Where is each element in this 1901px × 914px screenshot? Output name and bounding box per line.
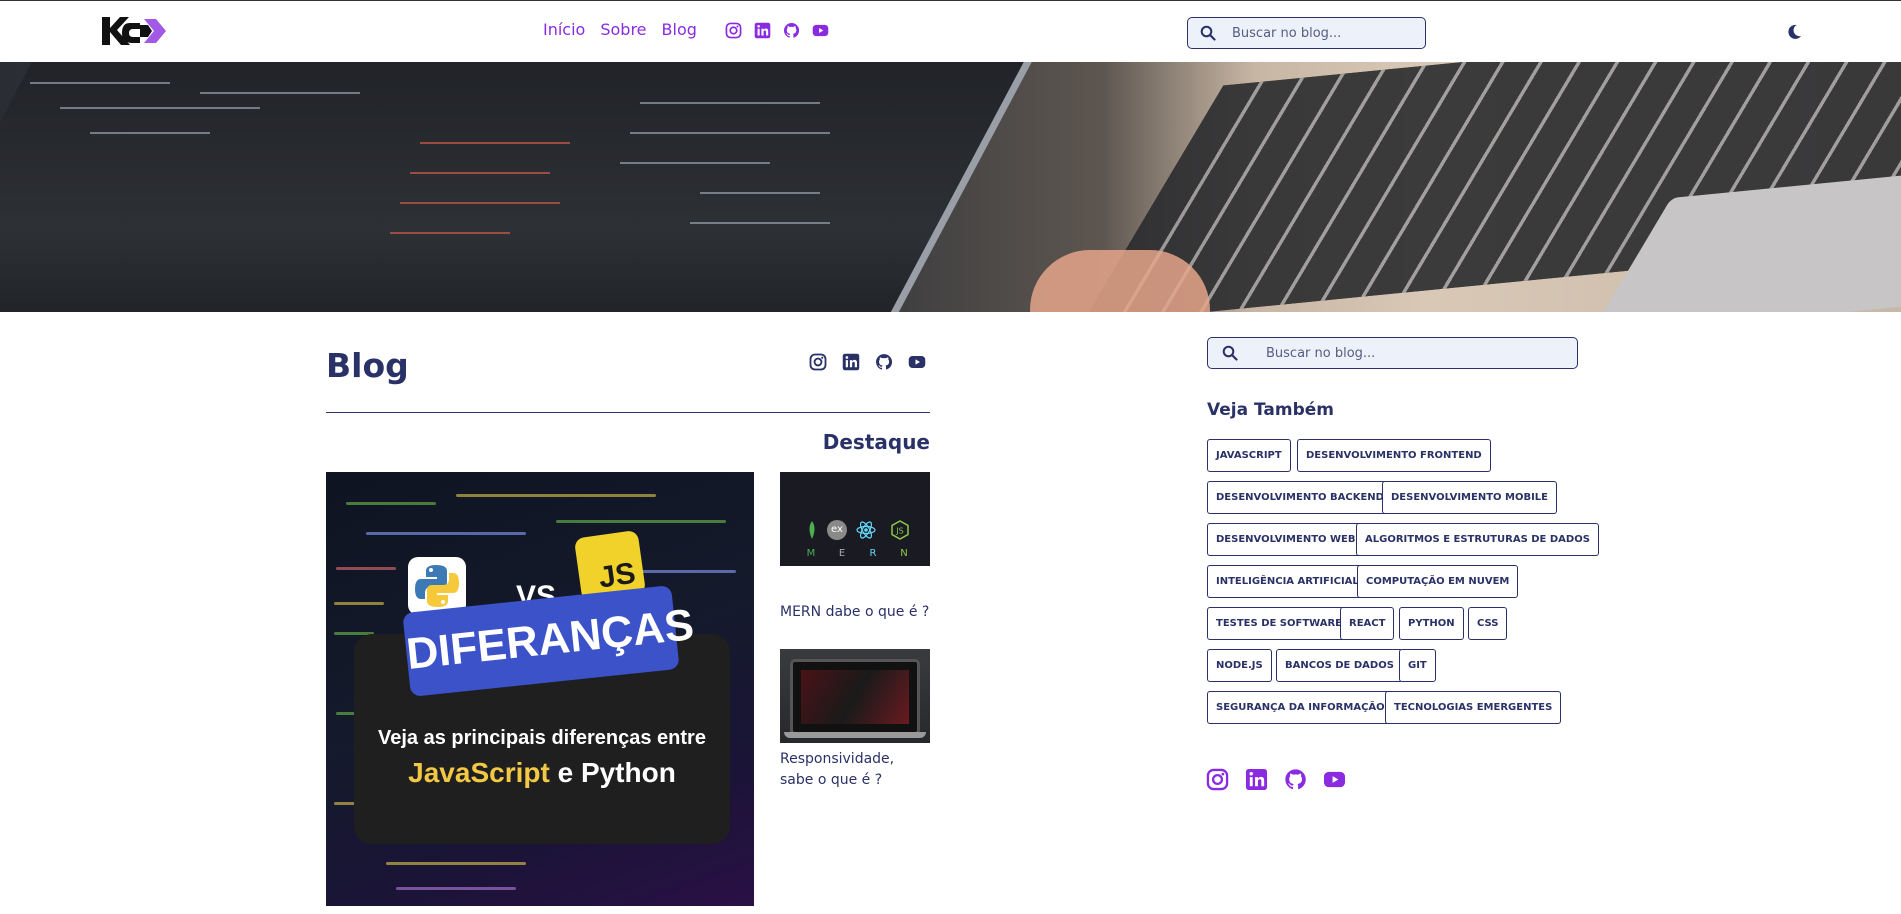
youtube-icon[interactable] bbox=[1323, 768, 1346, 791]
post-caption-mern[interactable]: MERN dabe o que é ? bbox=[780, 602, 930, 623]
search-icon bbox=[1200, 25, 1216, 41]
featured-lang-python: Python bbox=[580, 757, 676, 788]
post-caption-responsividade[interactable]: Responsividade, sabe o que é ? bbox=[780, 749, 930, 791]
express-logo-label: ex bbox=[831, 524, 843, 535]
sidebar-social-links bbox=[1206, 768, 1346, 791]
mern-letter: M bbox=[806, 548, 816, 559]
instagram-icon[interactable] bbox=[725, 22, 742, 39]
tag-desenvolvimento-backend[interactable]: DESENVOLVIMENTO BACKEND bbox=[1207, 481, 1393, 514]
sidebar-search[interactable] bbox=[1207, 337, 1581, 369]
python-logo-icon bbox=[408, 557, 466, 615]
linkedin-icon[interactable] bbox=[1245, 768, 1268, 791]
linkedin-icon[interactable] bbox=[842, 353, 860, 371]
mern-letter: E bbox=[838, 548, 846, 559]
nav-sobre[interactable]: Sobre bbox=[600, 20, 646, 39]
tag-tecnologias-emergentes[interactable]: TECNOLOGIAS EMERGENTES bbox=[1385, 691, 1562, 724]
github-icon[interactable] bbox=[783, 22, 800, 39]
tag-bancos-de-dados[interactable]: BANCOS DE DADOS bbox=[1276, 649, 1403, 682]
page-title: Blog bbox=[326, 346, 409, 385]
mern-letter: R bbox=[869, 548, 877, 559]
search-icon bbox=[1222, 345, 1238, 361]
mern-letters: M E R N bbox=[804, 548, 911, 559]
tag-desenvolvimento-mobile[interactable]: DESENVOLVIMENTO MOBILE bbox=[1382, 481, 1558, 514]
youtube-icon[interactable] bbox=[908, 353, 926, 371]
featured-subtitle: Veja as principais diferenças entre bbox=[378, 727, 706, 749]
see-also-heading: Veja Também bbox=[1207, 400, 1334, 420]
tag-git[interactable]: GIT bbox=[1399, 649, 1436, 682]
tag-javascript[interactable]: JAVASCRIPT bbox=[1207, 439, 1291, 472]
tag-computacao-em-nuvem[interactable]: COMPUTAÇÃO EM NUVEM bbox=[1357, 565, 1519, 598]
sidebar-search-input[interactable] bbox=[1266, 338, 1581, 368]
tag-seguranca-da-informacao[interactable]: SEGURANÇA DA INFORMAÇÃO bbox=[1207, 691, 1394, 724]
header-search[interactable] bbox=[1187, 17, 1426, 49]
site-logo[interactable] bbox=[100, 13, 170, 49]
post-thumbnail-responsividade[interactable] bbox=[780, 649, 930, 743]
instagram-icon[interactable] bbox=[1206, 768, 1229, 791]
featured-languages: JavaScript e Python bbox=[354, 757, 730, 789]
tag-nodejs[interactable]: NODE.JS bbox=[1207, 649, 1272, 682]
divider bbox=[326, 412, 930, 413]
youtube-icon[interactable] bbox=[812, 22, 829, 39]
nav-inicio[interactable]: Início bbox=[543, 20, 585, 39]
featured-post-image[interactable]: VS JS DIFERANÇAS Veja as principais dife… bbox=[326, 472, 754, 906]
site-header: Início Sobre Blog bbox=[0, 0, 1901, 62]
tag-algoritmos[interactable]: ALGORITMOS E ESTRUTURAS DE DADOS bbox=[1356, 523, 1599, 556]
tag-desenvolvimento-web[interactable]: DESENVOLVIMENTO WEB bbox=[1207, 523, 1365, 556]
tag-inteligencia-artificial[interactable]: INTELIGÊNCIA ARTIFICIAL bbox=[1207, 565, 1368, 598]
mern-letter: N bbox=[900, 548, 908, 559]
moon-icon[interactable] bbox=[1785, 23, 1803, 41]
section-title: Destaque bbox=[822, 430, 930, 454]
svg-text:JS: JS bbox=[895, 527, 903, 536]
hero-banner-image bbox=[0, 62, 1901, 312]
post-thumbnail-mern[interactable]: ex JS M E R N bbox=[780, 472, 930, 566]
github-icon[interactable] bbox=[875, 353, 893, 371]
tag-desenvolvimento-frontend[interactable]: DESENVOLVIMENTO FRONTEND bbox=[1297, 439, 1491, 472]
github-icon[interactable] bbox=[1284, 768, 1307, 791]
express-logo-icon: ex bbox=[827, 520, 847, 540]
tag-react[interactable]: REACT bbox=[1340, 607, 1395, 640]
featured-lang-javascript: JavaScript bbox=[408, 757, 550, 788]
linkedin-icon[interactable] bbox=[754, 22, 771, 39]
blog-social-links bbox=[809, 353, 926, 371]
tag-python[interactable]: PYTHON bbox=[1399, 607, 1464, 640]
nav-blog[interactable]: Blog bbox=[662, 20, 697, 39]
tag-css[interactable]: CSS bbox=[1468, 607, 1508, 640]
instagram-icon[interactable] bbox=[809, 353, 827, 371]
tag-testes-de-software[interactable]: TESTES DE SOFTWARE bbox=[1207, 607, 1352, 640]
header-search-input[interactable] bbox=[1232, 18, 1415, 48]
header-social-links bbox=[725, 22, 829, 39]
main-nav: Início Sobre Blog bbox=[543, 20, 697, 39]
featured-conj: e bbox=[549, 757, 581, 788]
